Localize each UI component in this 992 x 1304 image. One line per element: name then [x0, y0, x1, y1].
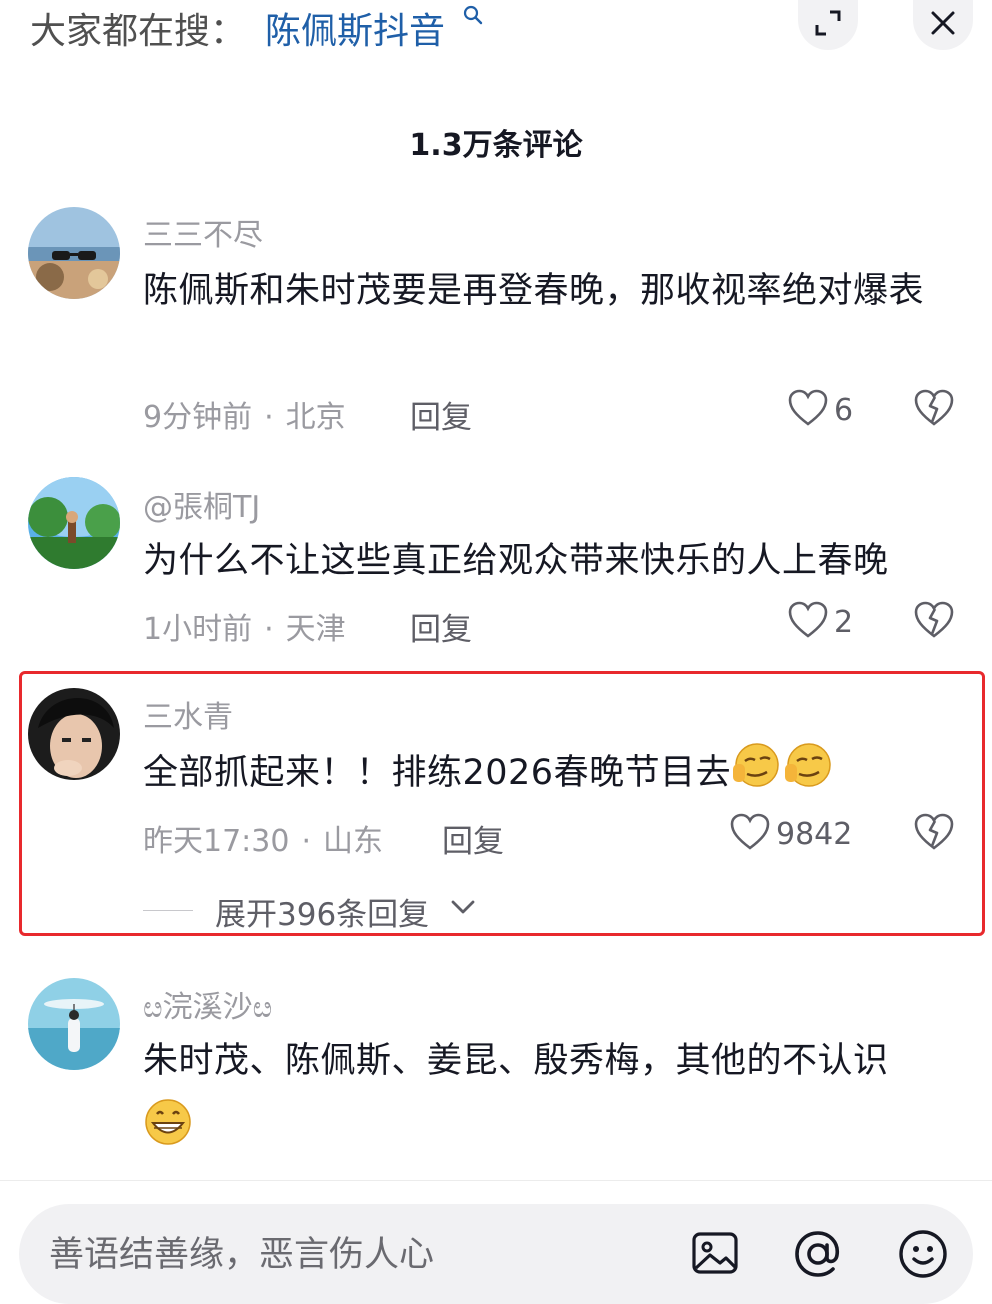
comment-time: 昨天17:30	[143, 824, 290, 859]
comment-location: 北京	[285, 400, 346, 435]
at-icon[interactable]	[792, 1228, 844, 1284]
image-icon[interactable]	[690, 1228, 740, 1282]
comment-text-body: 朱时茂、陈佩斯、姜昆、殷秀梅，其他的不认识	[143, 1041, 889, 1081]
comment-input[interactable]	[49, 1232, 649, 1278]
expand-replies-button[interactable]: 展开396条回复	[215, 889, 429, 934]
like-count: 6	[834, 392, 854, 428]
comment-username[interactable]: @張桐TJ	[143, 482, 260, 526]
grin-emoji-icon	[143, 1098, 193, 1150]
comment-location: 天津	[285, 612, 346, 647]
comment-username[interactable]: 三水青	[143, 692, 233, 736]
heart-icon	[788, 601, 828, 643]
broken-heart-icon	[914, 389, 954, 431]
avatar[interactable]	[28, 978, 120, 1070]
comment-composer	[0, 1180, 992, 1304]
like-button[interactable]: 9842	[730, 813, 852, 855]
dislike-button[interactable]	[914, 601, 954, 643]
like-button[interactable]: 6	[788, 389, 853, 431]
separator-dot: ·	[264, 612, 274, 647]
avatar[interactable]	[28, 688, 120, 780]
reply-button[interactable]: 回复	[410, 392, 472, 437]
like-count: 2	[834, 604, 854, 640]
reply-button[interactable]: 回复	[410, 604, 472, 649]
comment-time: 1小时前	[143, 612, 253, 647]
comment-meta: 9分钟前 · 北京	[143, 392, 346, 436]
close-icon	[930, 10, 956, 40]
broken-heart-icon	[914, 601, 954, 643]
separator-dot: ·	[301, 824, 312, 859]
comment-text-body: 全部抓起来！！排练2026春晚节目去	[143, 753, 732, 793]
expand-divider	[143, 910, 193, 911]
dislike-button[interactable]	[914, 813, 954, 855]
reply-button[interactable]: 回复	[442, 816, 504, 861]
composer-pill	[19, 1204, 973, 1304]
smirk-emoji-icon	[731, 742, 783, 806]
expand-button[interactable]	[798, 0, 858, 50]
like-button[interactable]: 2	[788, 601, 853, 643]
hot-search-prefix: 大家都在搜：	[30, 11, 247, 52]
smirk-emoji-icon	[783, 742, 835, 806]
avatar[interactable]	[28, 477, 120, 569]
comments-count-title: 1.3万条评论	[409, 128, 583, 163]
comment-time: 9分钟前	[143, 400, 253, 435]
chevron-down-icon[interactable]	[450, 897, 476, 921]
like-count: 9842	[776, 816, 853, 852]
comment-username[interactable]: ೞ浣溪沙ೞ	[143, 982, 272, 1026]
dislike-button[interactable]	[914, 389, 954, 431]
comment-text: 朱时茂、陈佩斯、姜昆、殷秀梅，其他的不认识	[143, 1032, 968, 1090]
broken-heart-icon	[914, 813, 954, 855]
comment-text: 为什么不让这些真正给观众带来快乐的人上春晚	[143, 541, 889, 581]
comment-meta: 昨天17:30 · 山东	[143, 816, 383, 860]
comment-meta: 1小时前 · 天津	[143, 604, 346, 648]
heart-icon	[730, 813, 770, 855]
comment-text: 陈佩斯和朱时茂要是再登春晚，那收视率绝对爆表	[143, 271, 925, 311]
comment-username[interactable]: 三三不尽	[143, 210, 263, 254]
top-bar: 大家都在搜： 陈佩斯抖音	[0, 0, 992, 60]
comment-text: 全部抓起来！！排练2026春晚节目去	[143, 742, 968, 806]
avatar[interactable]	[28, 207, 120, 299]
search-icon[interactable]	[462, 4, 484, 30]
separator-dot: ·	[264, 400, 274, 435]
hot-search-term[interactable]: 陈佩斯抖音	[265, 2, 445, 54]
heart-icon	[788, 389, 828, 431]
expand-icon	[813, 8, 843, 42]
emoji-icon[interactable]	[897, 1228, 949, 1284]
close-button[interactable]	[913, 0, 973, 50]
comment-location: 山东	[323, 824, 384, 859]
